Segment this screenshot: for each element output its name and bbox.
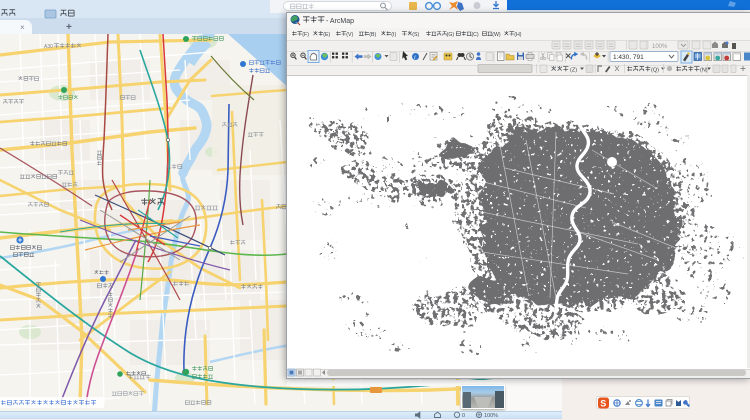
- svg-text:(Q): (Q): [651, 68, 659, 74]
- svg-text:(S): (S): [412, 32, 419, 38]
- svg-text:(N): (N): [700, 68, 708, 74]
- svg-text:(V): (V): [346, 32, 353, 38]
- svg-text:(H): (H): [514, 32, 521, 38]
- svg-text:- ArcMap: - ArcMap: [326, 18, 354, 25]
- svg-text:100%: 100%: [652, 44, 668, 50]
- svg-text:(B): (B): [369, 32, 376, 38]
- svg-text:(E): (E): [323, 32, 330, 38]
- svg-text:(Z): (Z): [570, 68, 577, 74]
- svg-text:(C): (C): [471, 32, 478, 38]
- svg-text:(I): (I): [391, 32, 396, 38]
- svg-text:(G): (G): [447, 32, 455, 38]
- svg-text:(F): (F): [302, 32, 309, 38]
- svg-text:1:430, 791: 1:430, 791: [613, 54, 644, 61]
- svg-text:(W): (W): [492, 32, 501, 38]
